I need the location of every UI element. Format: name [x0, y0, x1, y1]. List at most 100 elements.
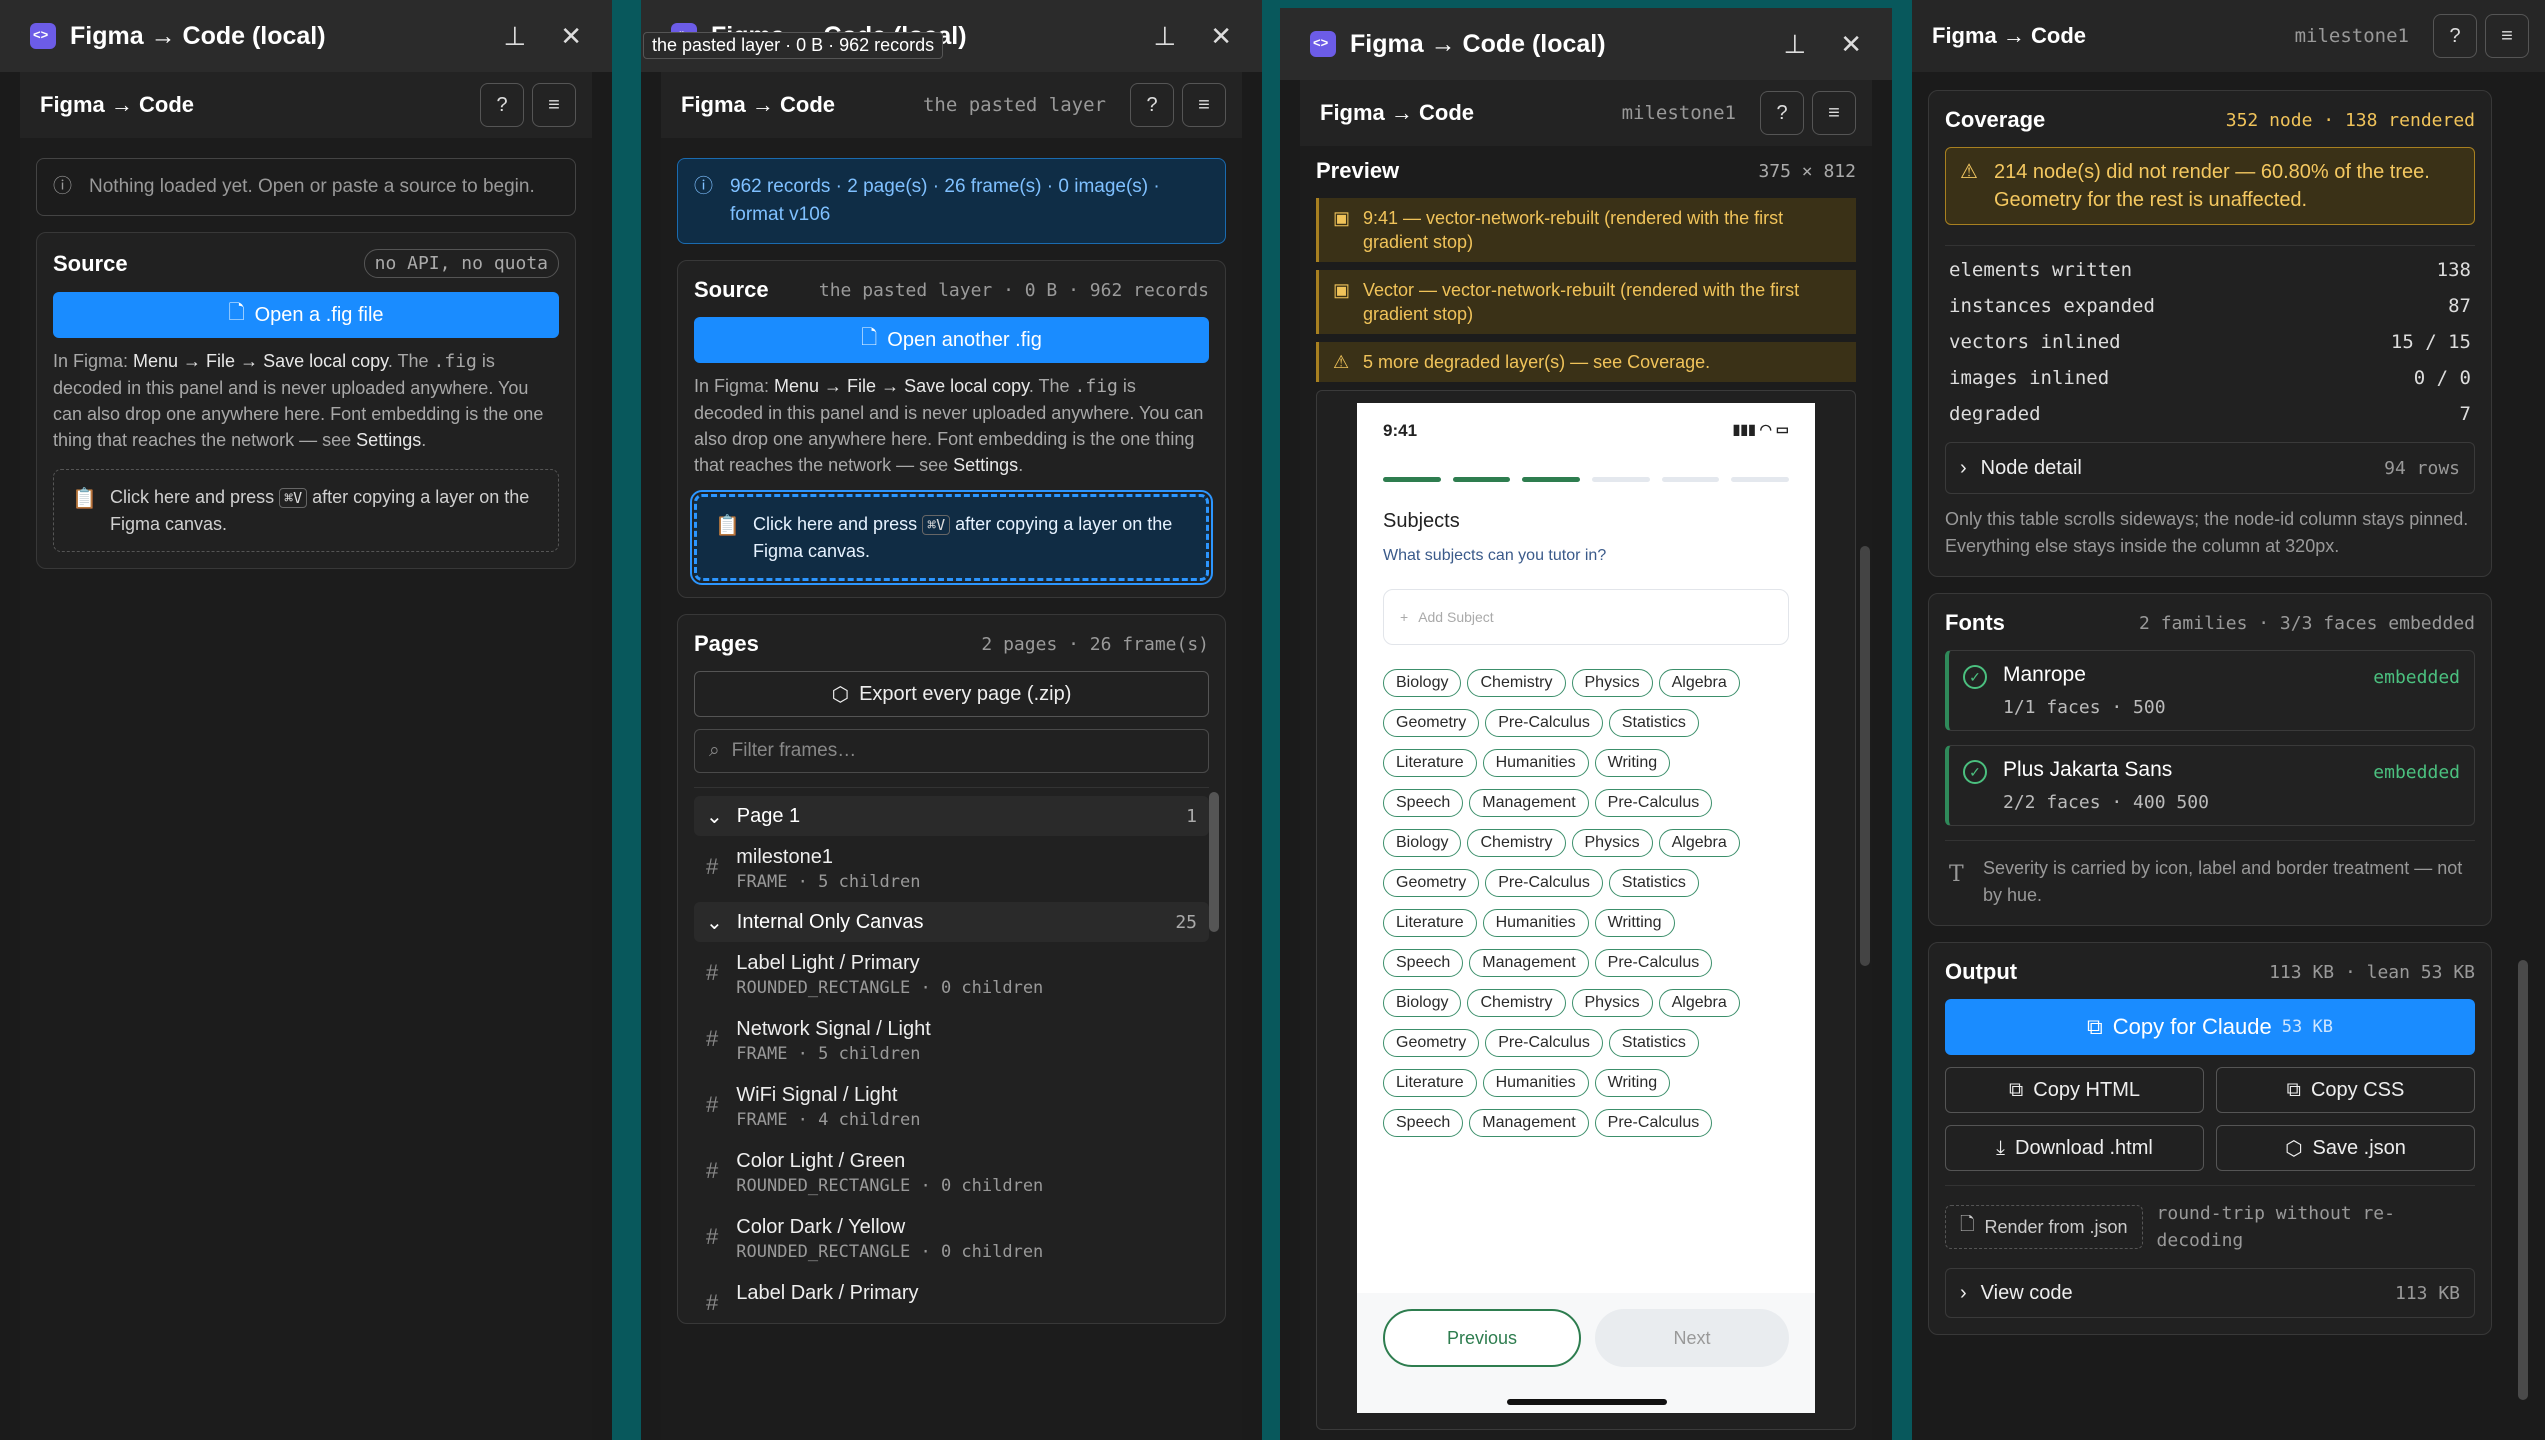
subject-chip[interactable]: Writing [1594, 1069, 1671, 1097]
subject-chip[interactable]: Statistics [1608, 869, 1699, 897]
subject-chip[interactable]: Speech [1383, 949, 1464, 977]
more-degraded-warning: ⚠ 5 more degraded layer(s) — see Coverage… [1316, 342, 1856, 382]
warning-icon: ⚠ [1960, 161, 1978, 183]
copy-for-claude-button[interactable]: ⧉ Copy for Claude 53 KB [1945, 999, 2475, 1055]
info-icon: ⓘ [53, 176, 73, 197]
subject-chip[interactable]: Statistics [1608, 709, 1699, 737]
add-subject-input[interactable]: + Add Subject [1383, 589, 1789, 645]
subject-chip[interactable]: Management [1469, 789, 1589, 817]
page-group-internal[interactable]: ⌄ Internal Only Canvas 25 [694, 902, 1209, 942]
panel-subtitle: the pasted layer [922, 94, 1106, 116]
frame-item[interactable]: # Color Dark / Yellow ROUNDED_RECTANGLE · … [694, 1206, 1209, 1272]
subject-chip[interactable]: Statistics [1608, 1029, 1699, 1057]
paste-target[interactable]: 📋 Click here and press ⌘V after copying … [53, 469, 559, 552]
preview-scrollbar[interactable] [1860, 546, 1870, 966]
subject-chip[interactable]: Biology [1383, 989, 1462, 1017]
subject-chip[interactable]: Pre-Calculus [1485, 869, 1603, 897]
help-icon[interactable]: ? [1760, 91, 1804, 135]
subject-chip[interactable]: Physics [1571, 669, 1653, 697]
settings-icon[interactable]: ≡ [1182, 83, 1226, 127]
save-json-button[interactable]: ⬡ Save .json [2216, 1125, 2475, 1171]
filter-frames-input[interactable]: ⌕ Filter frames… [694, 729, 1209, 773]
frame-hash-icon: # [706, 1290, 719, 1315]
panel-title: Figma → Code [681, 92, 836, 117]
subject-chip[interactable]: Management [1469, 1109, 1589, 1137]
subject-chip[interactable]: Geometry [1383, 1029, 1480, 1057]
pin-icon[interactable]: ⊥ [1154, 21, 1177, 52]
close-icon[interactable]: ✕ [1840, 29, 1862, 60]
frame-item[interactable]: # WiFi Signal / Light FRAME · 4 children [694, 1074, 1209, 1140]
copy-html-button[interactable]: ⧉ Copy HTML [1945, 1067, 2204, 1113]
subject-chip[interactable]: Chemistry [1467, 829, 1566, 857]
chip-row: Literature Humanities Writing [1383, 1069, 1789, 1109]
subject-chip[interactable]: Humanities [1482, 749, 1589, 777]
status-time: 9:41 [1383, 421, 1418, 440]
frame-list-scrollbar[interactable] [1209, 792, 1219, 932]
settings-icon[interactable]: ≡ [2485, 14, 2529, 58]
help-icon[interactable]: ? [1130, 83, 1174, 127]
help-icon[interactable]: ? [480, 83, 524, 127]
node-detail-toggle[interactable]: › Node detail 94 rows [1945, 442, 2475, 494]
stat-row: instances expanded 87 [1949, 295, 2471, 317]
close-icon[interactable]: ✕ [1210, 21, 1232, 52]
subject-chip[interactable]: Literature [1383, 1069, 1477, 1097]
help-icon[interactable]: ? [2433, 14, 2477, 58]
subject-chip[interactable]: Pre-Calculus [1594, 949, 1713, 977]
subject-chip[interactable]: Writting [1594, 909, 1675, 937]
subject-chip[interactable]: Management [1469, 949, 1589, 977]
subject-chip[interactable]: Biology [1383, 669, 1462, 697]
subject-chip[interactable]: Literature [1383, 749, 1477, 777]
open-fig-button[interactable]: 🗋 Open a .fig file [53, 292, 559, 338]
frame-item[interactable]: # milestone1 FRAME · 5 children [694, 836, 1209, 902]
subject-chip[interactable]: Chemistry [1467, 669, 1566, 697]
pin-icon[interactable]: ⊥ [1784, 29, 1807, 60]
paste-target[interactable]: 📋 Click here and press ⌘V after copying … [690, 490, 1213, 585]
subject-chip[interactable]: Pre-Calculus [1594, 789, 1713, 817]
chevron-right-icon: › [1960, 1281, 1967, 1304]
subject-chip[interactable]: Humanities [1482, 1069, 1589, 1097]
frame-item[interactable]: # Network Signal / Light FRAME · 5 childre… [694, 1008, 1209, 1074]
subject-chip[interactable]: Algebra [1658, 829, 1740, 857]
subject-chip[interactable]: Physics [1571, 989, 1653, 1017]
file-icon: 🗋 [1960, 1214, 1975, 1234]
pin-icon[interactable]: ⊥ [504, 21, 527, 52]
image-icon: ▣ [1333, 280, 1351, 300]
panel-scrollbar[interactable] [2518, 960, 2528, 1400]
subject-chip[interactable]: Chemistry [1467, 989, 1566, 1017]
export-zip-button[interactable]: ⬡ Export every page (.zip) [694, 671, 1209, 717]
frame-item[interactable]: # Label Light / Primary ROUNDED_RECTANGLE … [694, 942, 1209, 1008]
subject-chip[interactable]: Geometry [1383, 869, 1480, 897]
subject-chip[interactable]: Speech [1383, 789, 1464, 817]
stat-row: images inlined 0 / 0 [1949, 367, 2471, 389]
copy-css-button[interactable]: ⧉ Copy CSS [2216, 1067, 2475, 1113]
subjects-question: What subjects can you tutor in? [1383, 547, 1607, 564]
previous-button[interactable]: Previous [1383, 1309, 1581, 1367]
phone-preview: 9:41 ▮▮▮ ◠ ▭ Subjects What subjects can … [1357, 403, 1815, 1413]
view-code-toggle[interactable]: › View code 113 KB [1945, 1268, 2475, 1318]
frame-item[interactable]: # Color Light / Green ROUNDED_RECTANGLE · … [694, 1140, 1209, 1206]
subject-chip[interactable]: Algebra [1658, 989, 1740, 1017]
subject-chip[interactable]: Writing [1594, 749, 1671, 777]
close-icon[interactable]: ✕ [560, 21, 582, 52]
progress-steps [1383, 477, 1790, 482]
next-button[interactable]: Next [1595, 1309, 1789, 1367]
subject-chip[interactable]: Geometry [1383, 709, 1480, 737]
render-note: round-trip without re-decoding [2156, 1203, 2395, 1251]
frame-item[interactable]: # Label Dark / Primary [694, 1272, 1209, 1323]
subject-chip[interactable]: Algebra [1658, 669, 1740, 697]
render-from-json-button[interactable]: 🗋 Render from .json [1945, 1205, 2143, 1249]
subject-chip[interactable]: Speech [1383, 1109, 1464, 1137]
subject-chip[interactable]: Biology [1383, 829, 1462, 857]
progress-step [1383, 477, 1441, 482]
open-another-fig-button[interactable]: 🗋 Open another .fig [694, 317, 1209, 363]
subject-chip[interactable]: Physics [1571, 829, 1653, 857]
subject-chip[interactable]: Pre-Calculus [1594, 1109, 1713, 1137]
subject-chip[interactable]: Literature [1383, 909, 1477, 937]
page-group-1[interactable]: ⌄ Page 1 1 [694, 796, 1209, 836]
subject-chip[interactable]: Humanities [1482, 909, 1589, 937]
download-html-button[interactable]: ⤓ Download .html [1945, 1125, 2204, 1171]
settings-icon[interactable]: ≡ [1812, 91, 1856, 135]
settings-icon[interactable]: ≡ [532, 83, 576, 127]
subject-chip[interactable]: Pre-Calculus [1485, 1029, 1603, 1057]
subject-chip[interactable]: Pre-Calculus [1485, 709, 1603, 737]
